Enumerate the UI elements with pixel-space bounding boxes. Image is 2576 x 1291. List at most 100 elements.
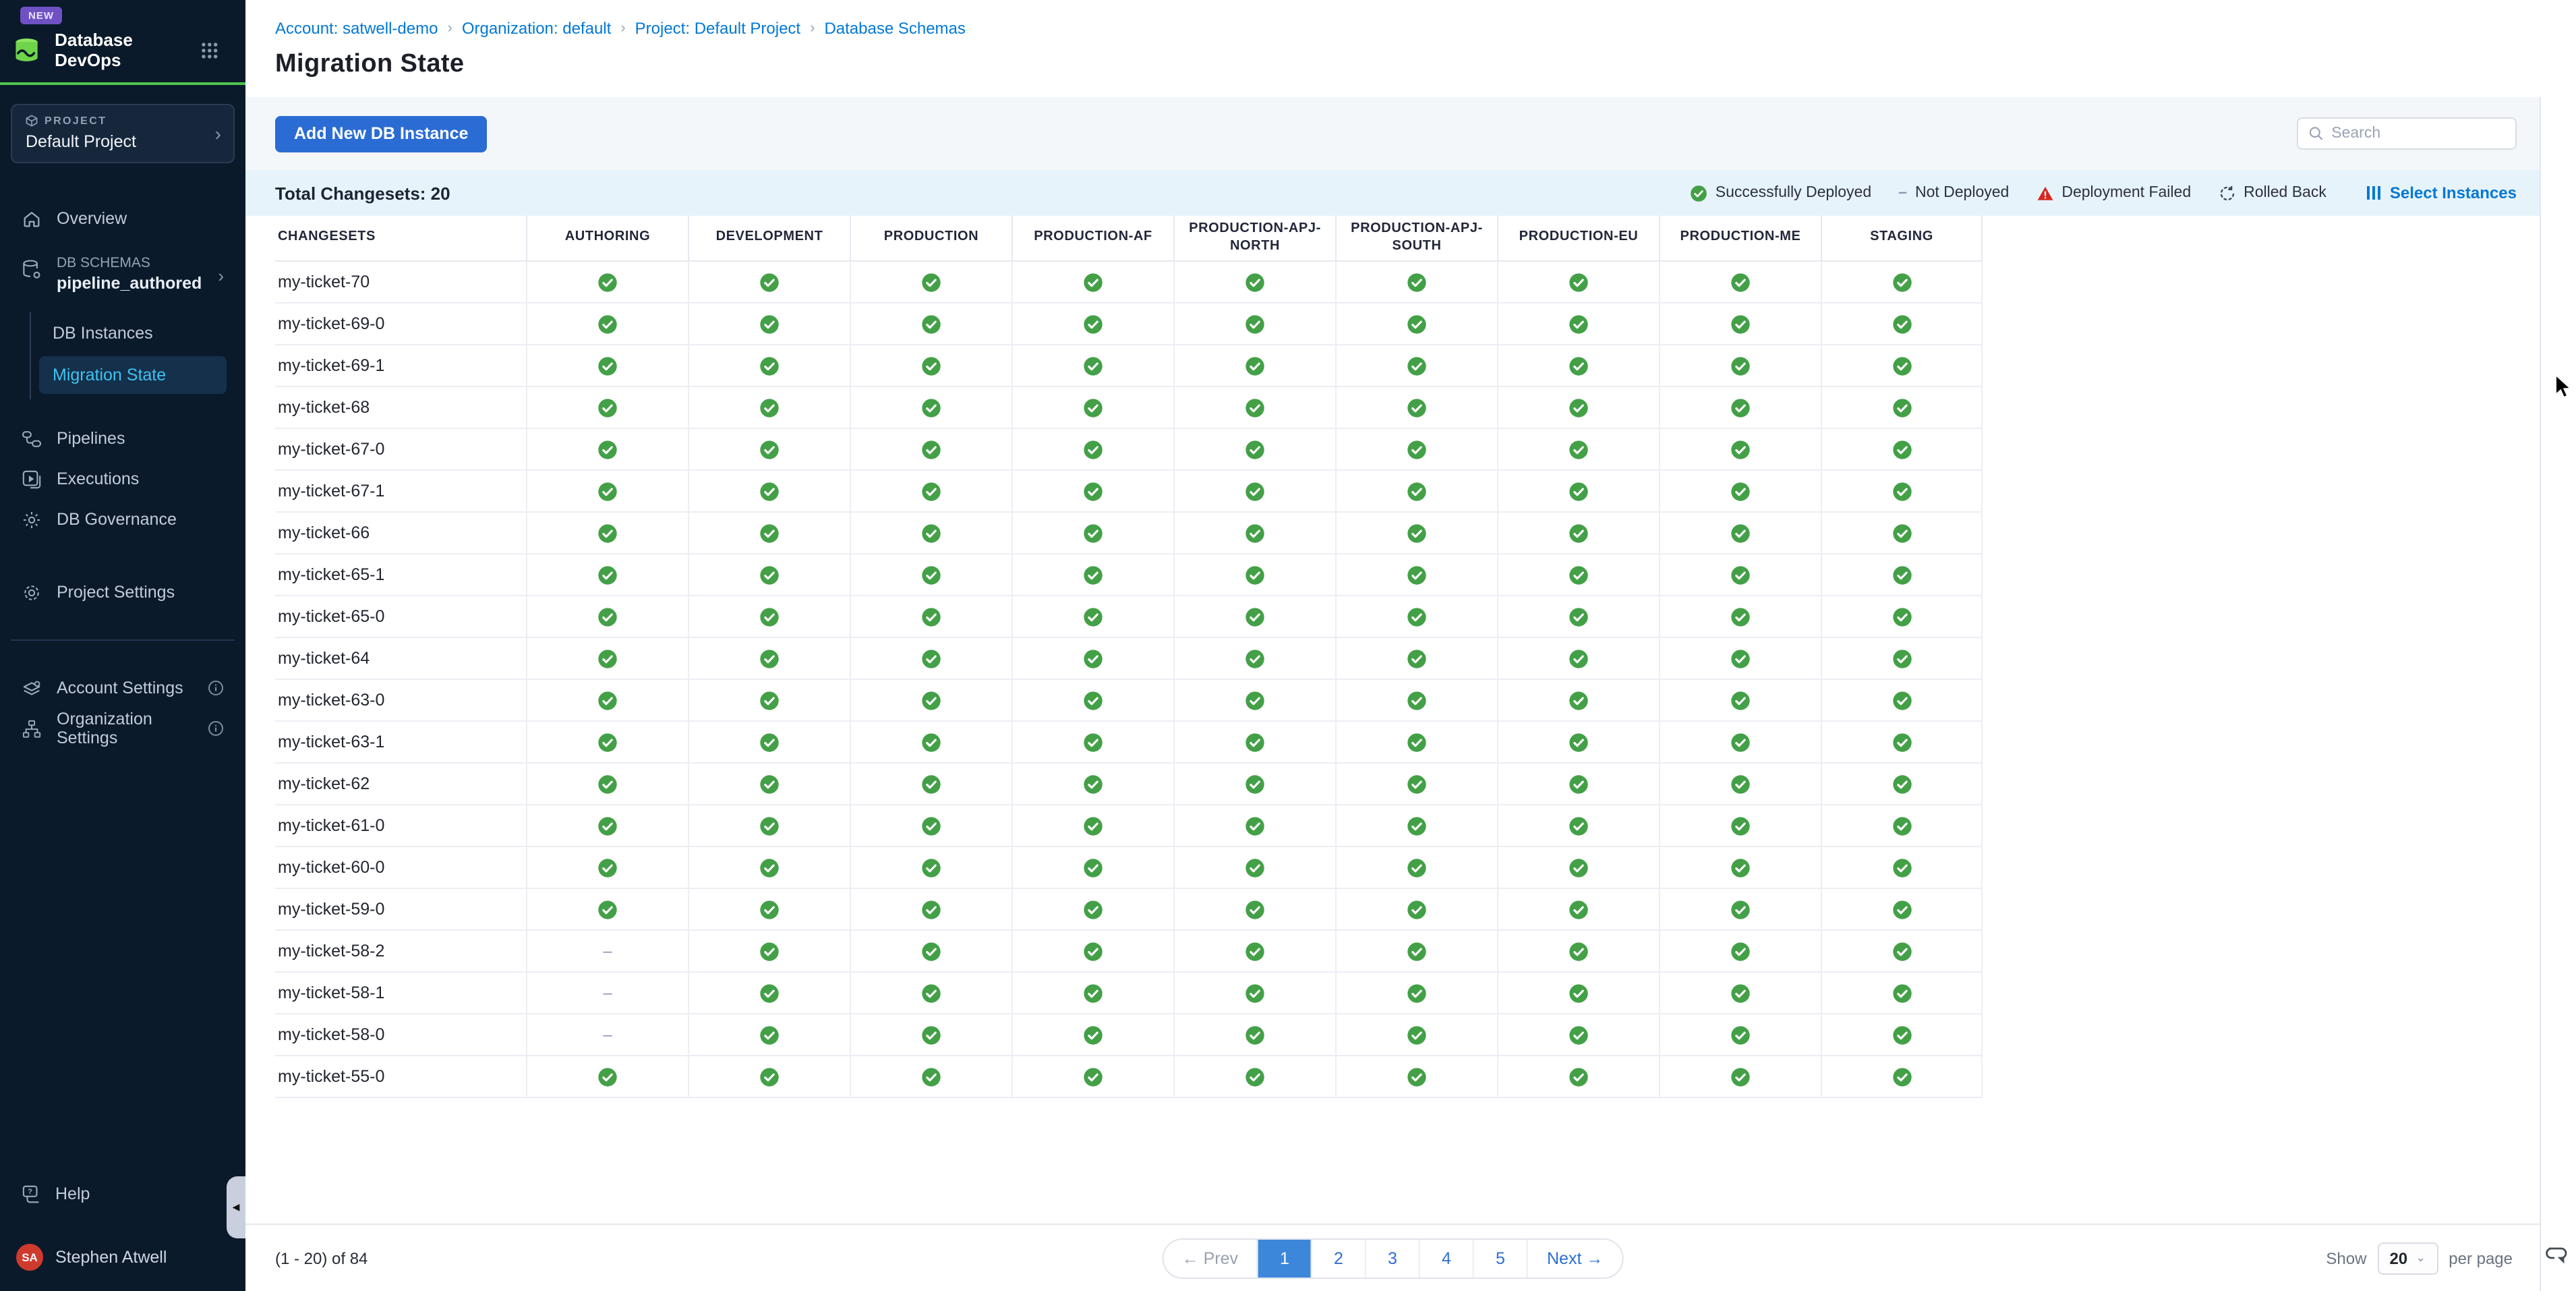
app-switcher-grid-icon[interactable] [201,41,218,59]
success-check-badge-icon [1083,272,1103,292]
prev-page-button[interactable]: ← Prev [1163,1238,1257,1278]
search-icon [2309,125,2323,142]
success-check-badge-icon [1245,1025,1265,1045]
table-row: my-ticket-61-0 [275,805,1983,847]
breadcrumb-link-database-schemas[interactable]: Database Schemas [824,19,965,38]
table-row: my-ticket-69-1 [275,345,1983,387]
legend-label: Not Deployed [1915,185,2009,201]
sidebar-item-executions[interactable]: Executions [0,459,245,499]
status-cell-deployed [850,889,1012,929]
success-check-badge-icon [921,732,941,752]
page-button-3[interactable]: 3 [1365,1238,1419,1278]
table-row: my-ticket-67-1 [275,471,1983,513]
success-check-badge-icon [759,815,780,836]
success-check-badge-icon [1245,355,1265,376]
project-name: Default Project [26,132,220,151]
home-icon [22,208,42,229]
success-check-badge-icon [921,815,941,836]
status-cell-deployed [1335,931,1497,971]
user-menu[interactable]: SA Stephen Atwell [0,1237,245,1278]
changeset-name: my-ticket-58-0 [275,1014,526,1055]
sidebar-collapse-handle[interactable]: ◀ [227,1176,245,1238]
success-check-badge-icon [759,774,780,794]
sidebar-item-label: Organization Settings [57,710,193,747]
info-icon [208,680,224,696]
success-check-badge-icon [1730,439,1751,459]
success-check-badge-icon [1892,397,1912,418]
status-cell-deployed [1497,1014,1659,1055]
sidebar-item-organization-settings[interactable]: Organization Settings [0,708,245,749]
success-check-badge-icon [1569,397,1589,418]
breadcrumb-link-project[interactable]: Project: Default Project [635,19,800,38]
status-cell-deployed [1821,764,1983,804]
page-size-select[interactable]: 20 ⌄ [2377,1242,2438,1274]
sidebar-item-account-settings[interactable]: Account Settings [0,668,245,708]
search-input[interactable] [2331,125,2505,142]
sidebar-item-label: Help [55,1184,90,1203]
status-cell-deployed [850,805,1012,846]
sidebar-item-overview[interactable]: Overview [0,198,245,239]
legend-item: Deployment Failed [2036,184,2191,202]
success-check-badge-icon [1730,899,1751,919]
success-check-badge-icon [597,314,618,334]
sidebar-item-label: Executions [57,469,139,488]
breadcrumb-link-organization[interactable]: Organization: default [462,19,612,38]
help-chat-icon: ? [22,1184,42,1203]
success-check-badge-icon [1569,523,1589,543]
breadcrumb: Account: satwell-demo› Organization: def… [275,19,2576,38]
search-box[interactable] [2297,117,2517,150]
success-check-badge-icon [921,523,941,543]
status-cell-deployed [1659,931,1821,971]
success-check-badge-icon [1569,857,1589,878]
sidebar-item-db-schemas[interactable]: DB SCHEMAS pipeline_authored › [0,252,245,295]
success-check-badge-icon [1245,690,1265,710]
status-cell-deployed [1821,847,1983,888]
page-button-4[interactable]: 4 [1419,1238,1473,1278]
success-check-badge-icon [1569,355,1589,376]
success-check-badge-icon [759,272,780,292]
legend-label: Deployment Failed [2061,185,2191,201]
status-cell-deployed [1335,471,1497,511]
status-cell-deployed [1335,722,1497,762]
add-new-db-instance-button[interactable]: Add New DB Instance [275,115,487,152]
success-check-badge-icon [1569,606,1589,627]
status-cell-deployed [1335,764,1497,804]
sidebar-item-project-settings[interactable]: Project Settings [0,572,245,612]
sidebar-item-db-governance[interactable]: DB Governance [0,499,245,540]
breadcrumb-link-account[interactable]: Account: satwell-demo [275,19,438,38]
changeset-name: my-ticket-55-0 [275,1056,526,1097]
status-cell-deployed [1173,889,1335,929]
status-cell-deployed [1012,471,1173,511]
status-cell-deployed [1497,1056,1659,1097]
column-header: PRODUCTION-EU [1497,216,1659,260]
status-cell-deployed [1335,262,1497,302]
select-instances-button[interactable]: Select Instances [2367,183,2517,202]
success-check-badge-icon [1892,523,1912,543]
table-row: my-ticket-58-0 – [275,1014,1983,1056]
chat-support-icon[interactable] [2544,1242,2573,1272]
success-check-badge-icon [1245,941,1265,961]
next-page-button[interactable]: Next → [1527,1238,1622,1278]
status-cell-deployed [688,805,850,846]
changeset-name: my-ticket-65-0 [275,596,526,637]
project-selector[interactable]: PROJECT Default Project › [11,104,235,163]
success-check-badge-icon [1569,899,1589,919]
sidebar-item-pipelines[interactable]: Pipelines [0,418,245,459]
success-check-badge-icon [1892,941,1912,961]
status-cell-deployed [1659,345,1821,386]
db-schemas-label: DB SCHEMAS [57,255,202,271]
chevron-right-icon: › [215,123,221,144]
sidebar-item-help[interactable]: ? Help [0,1175,245,1213]
status-cell-deployed [526,1056,688,1097]
pager: ← Prev 12345 Next → [1162,1238,1624,1278]
sidebar-item-migration-state[interactable]: Migration State [39,356,227,394]
not-deployed-dash-icon: – [603,1025,612,1044]
status-cell-deployed [1173,471,1335,511]
status-cell-deployed [850,262,1012,302]
page-button-1[interactable]: 1 [1257,1238,1311,1278]
sidebar-item-db-instances[interactable]: DB Instances [31,314,245,351]
status-cell-deployed [1659,387,1821,428]
page-button-5[interactable]: 5 [1473,1238,1527,1278]
page-button-2[interactable]: 2 [1311,1238,1365,1278]
status-cell-deployed [1335,429,1497,469]
